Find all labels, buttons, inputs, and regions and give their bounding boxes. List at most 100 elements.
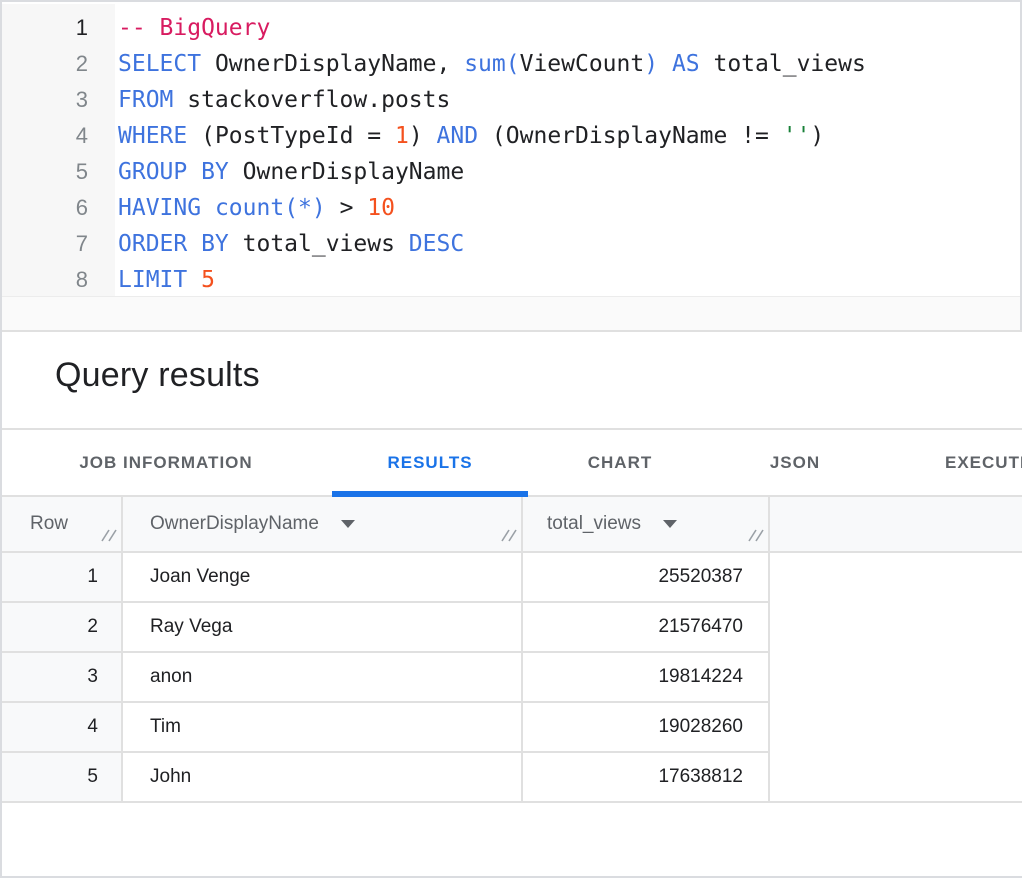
- panel-left-border: [0, 0, 2, 878]
- sql-token: DESC: [409, 231, 464, 257]
- tab-job-information[interactable]: JOB INFORMATION: [79, 430, 252, 495]
- cell-total-views: 25520387: [523, 553, 770, 603]
- table-header-row: Row OwnerDisplayName: [0, 497, 1022, 553]
- sql-token: WHERE: [118, 123, 187, 149]
- cell-spacer: [770, 603, 1022, 653]
- sql-token: stackoverflow.posts: [173, 87, 450, 113]
- cell-spacer: [770, 653, 1022, 703]
- tab-executi[interactable]: EXECUTI: [945, 430, 1022, 495]
- code-area[interactable]: -- BigQuery SELECT OwnerDisplayName, sum(…: [118, 4, 1018, 298]
- code-line[interactable]: WHERE (PostTypeId = 1) AND (OwnerDisplay…: [118, 118, 1018, 154]
- cell-row-number: 5: [0, 753, 123, 803]
- code-line[interactable]: SELECT OwnerDisplayName, sum(ViewCount) …: [118, 46, 1018, 82]
- tab-chart[interactable]: CHART: [588, 430, 653, 495]
- editor-scrollbar-track[interactable]: [2, 296, 1020, 330]
- sql-token: OwnerDisplayName,: [201, 51, 464, 77]
- cell-total-views: 19028260: [523, 703, 770, 753]
- cell-spacer: [770, 753, 1022, 803]
- line-number: 7: [2, 226, 115, 262]
- code-line[interactable]: -- BigQuery: [118, 10, 1018, 46]
- active-tab-underline: [332, 491, 528, 497]
- cell-owner-display-name: Tim: [123, 703, 523, 753]
- query-results-panel-header: Query results: [0, 330, 1022, 428]
- tab-results[interactable]: RESULTS: [387, 430, 472, 495]
- column-header-row[interactable]: Row: [0, 497, 123, 551]
- column-header-spacer: [770, 497, 1022, 551]
- sql-token: GROUP BY: [118, 159, 229, 185]
- table-body: 1Joan Venge255203872Ray Vega215764703ano…: [0, 553, 1022, 803]
- sql-comment: -- BigQuery: [118, 15, 270, 41]
- sql-token: ): [810, 123, 824, 149]
- column-header-ownerdisplayname[interactable]: OwnerDisplayName: [123, 497, 523, 551]
- sql-token: [201, 195, 215, 221]
- page-title: Query results: [55, 356, 260, 395]
- column-header-label: OwnerDisplayName: [150, 513, 319, 535]
- line-number: 2: [2, 46, 115, 82]
- sort-dropdown-icon[interactable]: [663, 520, 677, 528]
- sql-token: (PostTypeId =: [187, 123, 395, 149]
- cell-row-number: 4: [0, 703, 123, 753]
- sql-token: SELECT: [118, 51, 201, 77]
- code-line[interactable]: FROM stackoverflow.posts: [118, 82, 1018, 118]
- sql-token: AND: [437, 123, 479, 149]
- cell-total-views: 21576470: [523, 603, 770, 653]
- sort-dropdown-icon[interactable]: [341, 520, 355, 528]
- bigquery-panel: 12345678 -- BigQuerySELECT OwnerDisplayN…: [0, 0, 1022, 878]
- column-header-label: total_views: [547, 513, 641, 535]
- cell-spacer: [770, 553, 1022, 603]
- sql-token: AS: [672, 51, 700, 77]
- results-tab-bar: JOB INFORMATION RESULTS CHART JSON EXECUTI: [0, 428, 1022, 497]
- sql-token: 10: [367, 195, 395, 221]
- sql-token: 1: [395, 123, 409, 149]
- sql-token: total_views: [229, 231, 409, 257]
- cell-row-number: 3: [0, 653, 123, 703]
- tab-json[interactable]: JSON: [770, 430, 820, 495]
- column-header-total-views[interactable]: total_views: [523, 497, 770, 551]
- code-line[interactable]: ORDER BY total_views DESC: [118, 226, 1018, 262]
- sql-token: ViewCount: [520, 51, 645, 77]
- sql-token: (OwnerDisplayName !=: [478, 123, 783, 149]
- line-number: 5: [2, 154, 115, 190]
- sql-token: 5: [201, 267, 215, 293]
- table-row: 5John17638812: [0, 753, 1022, 803]
- table-row: 4Tim19028260: [0, 703, 1022, 753]
- sql-token: [658, 51, 672, 77]
- cell-row-number: 1: [0, 553, 123, 603]
- sql-editor[interactable]: 12345678 -- BigQuerySELECT OwnerDisplayN…: [0, 0, 1022, 330]
- code-line[interactable]: LIMIT 5: [118, 262, 1018, 298]
- cell-spacer: [770, 703, 1022, 753]
- table-row: 2Ray Vega21576470: [0, 603, 1022, 653]
- sql-token: sum(: [464, 51, 519, 77]
- line-number: 3: [2, 82, 115, 118]
- sql-token: FROM: [118, 87, 173, 113]
- column-header-label: Row: [30, 513, 68, 535]
- line-number: 1: [2, 10, 115, 46]
- sql-token: >: [326, 195, 368, 221]
- sql-token: count(*): [215, 195, 326, 221]
- table-row: 3anon19814224: [0, 653, 1022, 703]
- line-number-gutter: 12345678: [2, 4, 115, 298]
- cell-total-views: 17638812: [523, 753, 770, 803]
- column-resize-handle[interactable]: [501, 526, 518, 548]
- cell-owner-display-name: John: [123, 753, 523, 803]
- line-number: 8: [2, 262, 115, 298]
- line-number: 4: [2, 118, 115, 154]
- code-line[interactable]: GROUP BY OwnerDisplayName: [118, 154, 1018, 190]
- sql-token: LIMIT: [118, 267, 187, 293]
- cell-owner-display-name: Joan Venge: [123, 553, 523, 603]
- sql-token: ORDER BY: [118, 231, 229, 257]
- column-resize-handle[interactable]: [101, 526, 118, 548]
- cell-owner-display-name: anon: [123, 653, 523, 703]
- sql-token: HAVING: [118, 195, 201, 221]
- sql-token: ): [644, 51, 658, 77]
- column-resize-handle[interactable]: [748, 526, 765, 548]
- cell-owner-display-name: Ray Vega: [123, 603, 523, 653]
- sql-token: total_views: [700, 51, 866, 77]
- results-table: Row OwnerDisplayName: [0, 497, 1022, 803]
- line-number: 6: [2, 190, 115, 226]
- sql-token: ): [409, 123, 437, 149]
- cell-total-views: 19814224: [523, 653, 770, 703]
- cell-row-number: 2: [0, 603, 123, 653]
- code-line[interactable]: HAVING count(*) > 10: [118, 190, 1018, 226]
- table-row: 1Joan Venge25520387: [0, 553, 1022, 603]
